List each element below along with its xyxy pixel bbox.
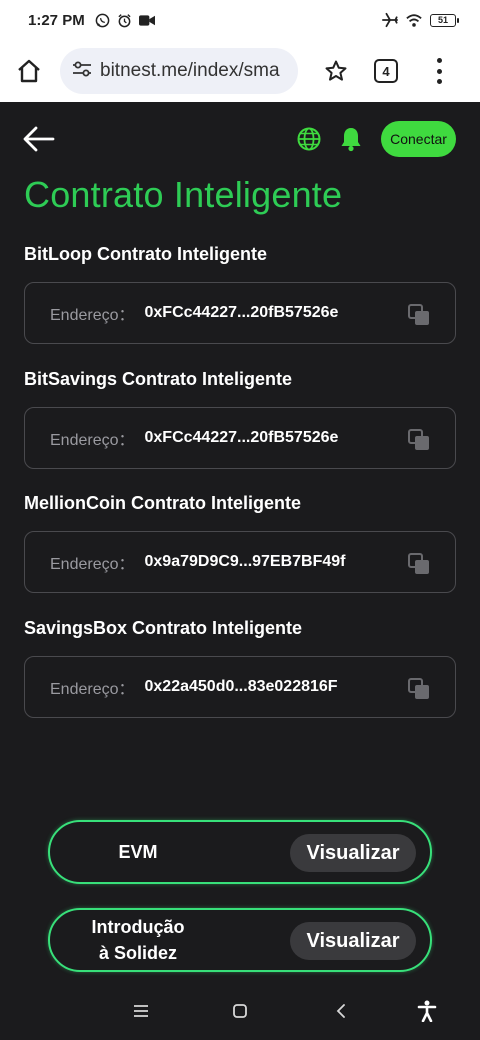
- contract-address-box: Endereço： 0xFCc44227...20fB57526e: [24, 407, 456, 469]
- tab-count-button[interactable]: 4: [374, 59, 398, 83]
- contract-heading: MellionCoin Contrato Inteligente: [24, 493, 301, 513]
- evm-view-button[interactable]: Visualizar: [290, 834, 416, 872]
- browser-toolbar: bitnest.me/index/sma 4: [0, 40, 480, 102]
- contract-heading: BitLoop Contrato Inteligente: [24, 244, 267, 264]
- address-label: Endereço：: [50, 681, 135, 698]
- video-camera-icon: [138, 12, 155, 28]
- whatsapp-icon: [95, 12, 111, 28]
- back-nav-icon[interactable]: [329, 1000, 353, 1022]
- address-value: 0xFCc44227...20fB57526e: [144, 429, 339, 446]
- contract-section: BitSavings Contrato Inteligente Endereço…: [24, 369, 456, 469]
- page-title: Contrato Inteligente: [24, 174, 343, 215]
- site-settings-icon[interactable]: [72, 60, 92, 83]
- globe-icon[interactable]: [296, 126, 322, 152]
- home-icon[interactable]: [14, 56, 44, 86]
- contract-address-box: Endereço： 0x22a450d0...83e022816F: [24, 656, 456, 718]
- solidity-intro-card: Introdução à Solidez Visualizar: [48, 908, 432, 972]
- contract-address-box: Endereço： 0xFCc44227...20fB57526e: [24, 282, 456, 344]
- address-value: 0x22a450d0...83e022816F: [144, 678, 338, 695]
- home-nav-icon[interactable]: [228, 1000, 252, 1022]
- address-value: 0xFCc44227...20fB57526e: [144, 304, 339, 321]
- solidity-intro-label: Introdução à Solidez: [91, 917, 185, 963]
- bell-icon[interactable]: [339, 126, 363, 152]
- connect-button[interactable]: Conectar: [381, 121, 456, 157]
- menu-icon[interactable]: [434, 58, 444, 84]
- copy-icon[interactable]: [407, 552, 431, 576]
- status-bar: 1:27 PM 51: [0, 0, 480, 40]
- recent-apps-icon[interactable]: [129, 1000, 153, 1022]
- address-bar[interactable]: bitnest.me/index/sma: [60, 48, 298, 94]
- airplane-icon: [382, 12, 398, 28]
- address-label: Endereço：: [50, 556, 135, 573]
- wifi-icon: [406, 12, 422, 28]
- app-header: Conectar: [0, 102, 480, 174]
- alarm-icon: [117, 12, 133, 28]
- back-arrow-icon[interactable]: [22, 124, 56, 154]
- solidity-view-button[interactable]: Visualizar: [290, 922, 416, 960]
- contract-section: SavingsBox Contrato Inteligente Endereço…: [24, 618, 456, 718]
- address-label: Endereço：: [50, 307, 135, 324]
- copy-icon[interactable]: [407, 677, 431, 701]
- contract-address-box: Endereço： 0x9a79D9C9...97EB7BF49f: [24, 531, 456, 593]
- copy-icon[interactable]: [407, 428, 431, 452]
- bookmark-star-icon[interactable]: [322, 57, 350, 85]
- status-time: 1:27 PM: [28, 11, 85, 29]
- contract-heading: BitSavings Contrato Inteligente: [24, 369, 293, 389]
- evm-card: EVM Visualizar: [48, 820, 432, 884]
- battery-icon: 51: [430, 13, 459, 27]
- system-nav-bar: [0, 982, 480, 1040]
- url-text[interactable]: bitnest.me/index/sma: [100, 60, 280, 82]
- address-value: 0x9a79D9C9...97EB7BF49f: [144, 553, 346, 570]
- contract-heading: SavingsBox Contrato Inteligente: [24, 618, 303, 638]
- address-label: Endereço：: [50, 432, 135, 449]
- contract-section: MellionCoin Contrato Inteligente Endereç…: [24, 493, 456, 593]
- evm-label: EVM: [118, 842, 158, 862]
- accessibility-icon[interactable]: [415, 1000, 439, 1022]
- copy-icon[interactable]: [407, 303, 431, 327]
- contract-section: BitLoop Contrato Inteligente Endereço： 0…: [24, 244, 456, 344]
